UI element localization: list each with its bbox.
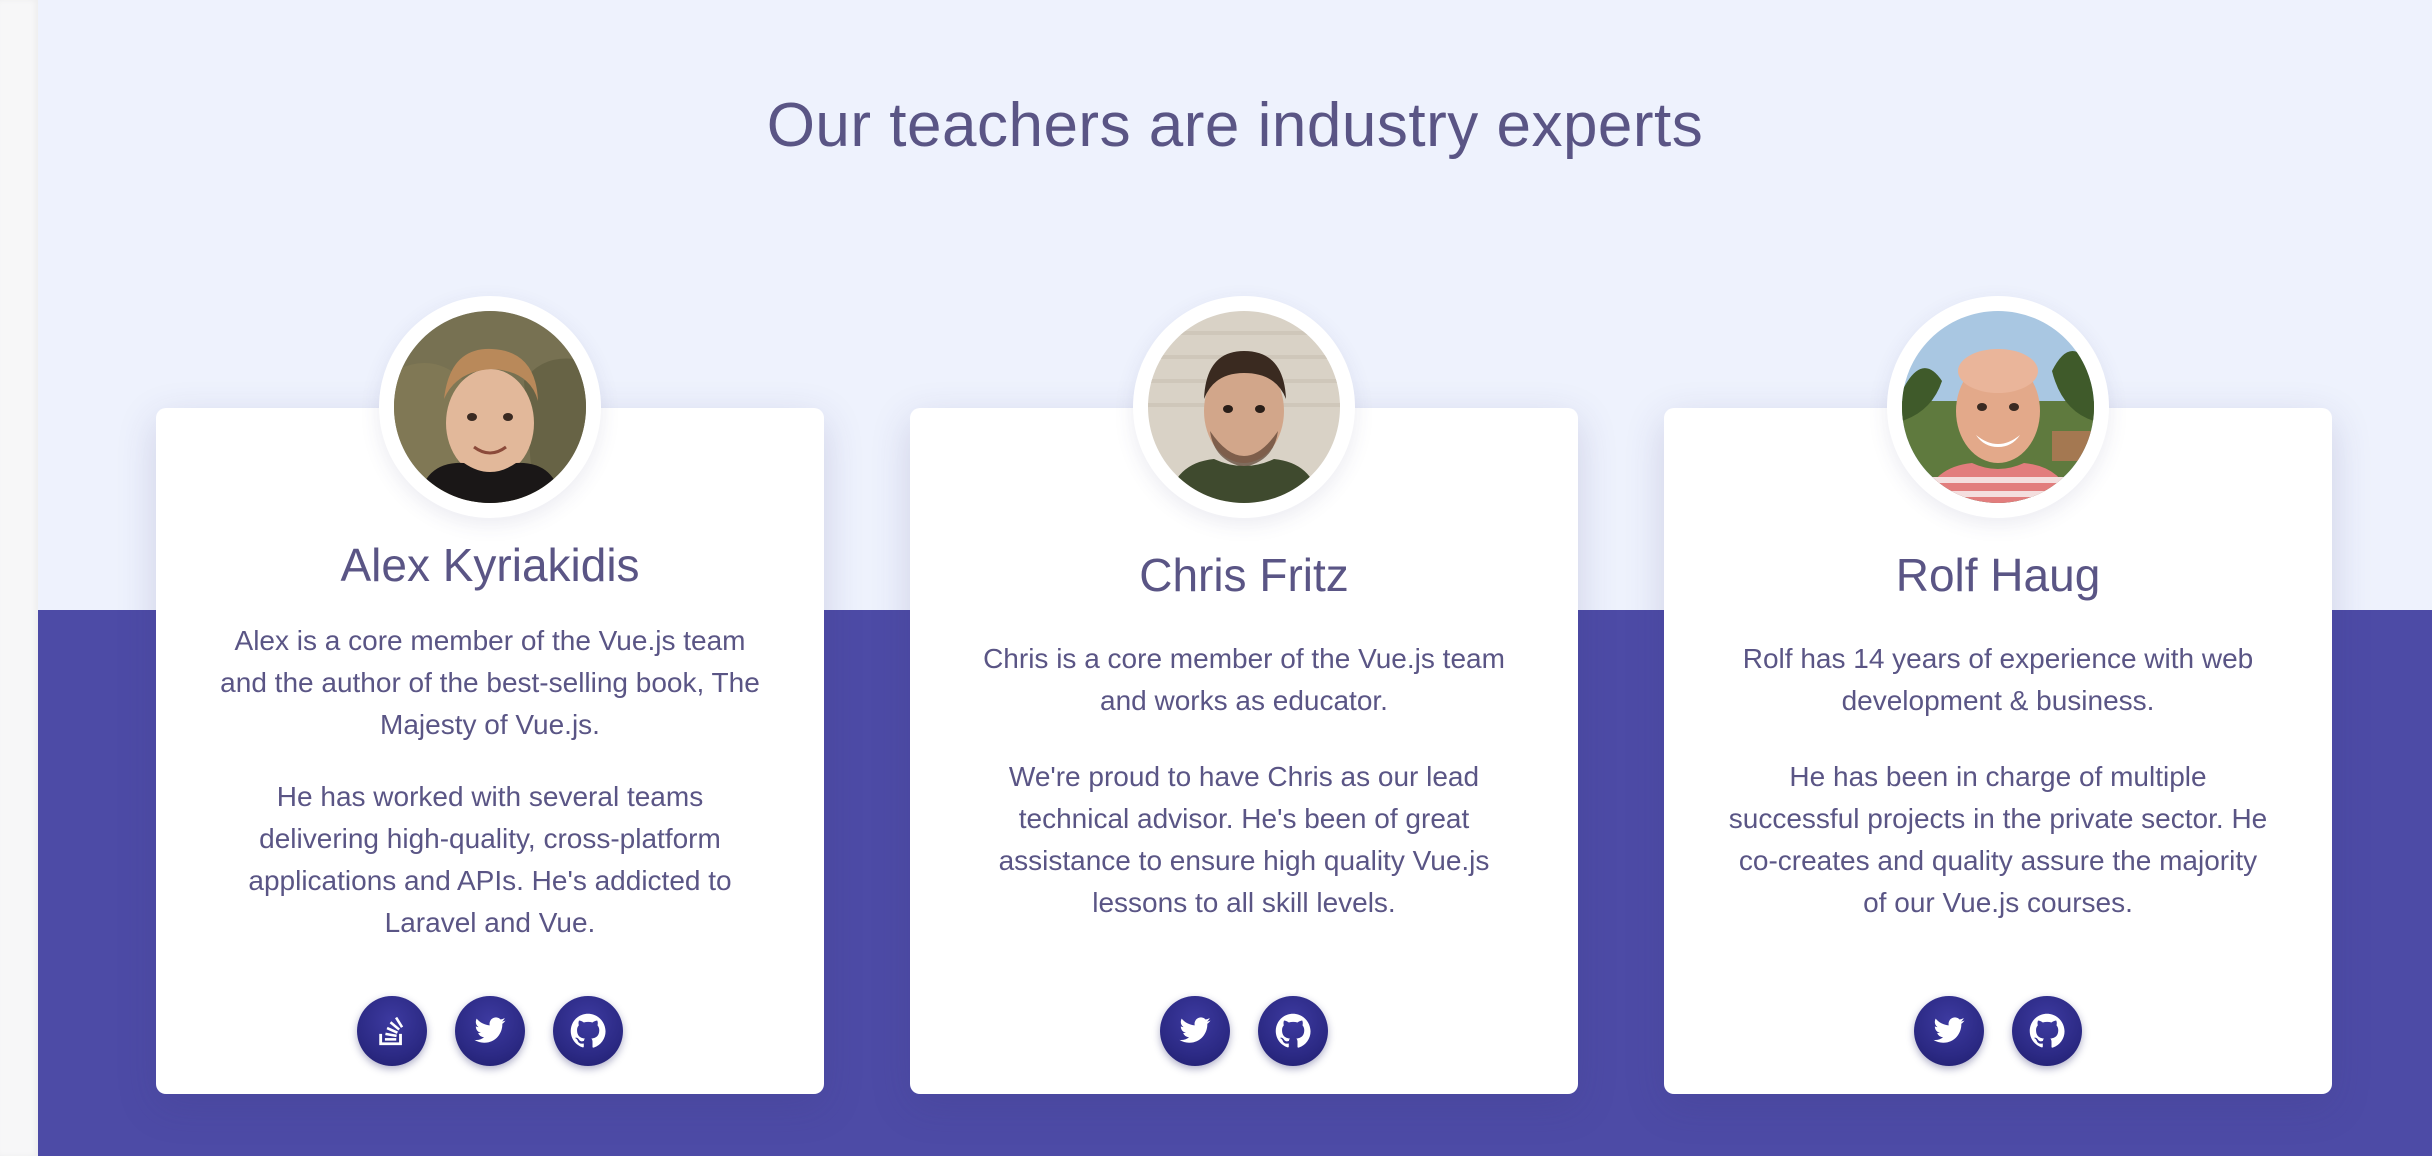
twitter-link[interactable] (1914, 996, 1984, 1066)
twitter-icon (1933, 1017, 1965, 1043)
left-edge-strip (0, 0, 38, 1156)
teacher-bio-secondary: He has been in charge of multiple succes… (1724, 756, 2272, 924)
avatar-chris (1133, 296, 1355, 518)
teacher-bio-primary: Rolf has 14 years of experience with web… (1724, 638, 2272, 722)
twitter-link[interactable] (1160, 996, 1230, 1066)
teacher-bio-primary: Chris is a core member of the Vue.js tea… (970, 638, 1518, 722)
teacher-bio-paragraph-2: He has been in charge of multiple succes… (1728, 761, 2268, 918)
teacher-name: Alex Kyriakidis (340, 539, 640, 591)
avatar-photo (1148, 311, 1340, 503)
avatar-rolf (1887, 296, 2109, 518)
avatar-alex (379, 296, 601, 518)
twitter-link[interactable] (455, 996, 525, 1066)
stackoverflow-icon (379, 1016, 404, 1046)
teacher-name: Rolf Haug (1895, 549, 2101, 601)
teacher-bio-paragraph-2: We're proud to have Chris as our lead te… (998, 761, 1490, 918)
github-link[interactable] (2012, 996, 2082, 1066)
twitter-icon (474, 1017, 506, 1043)
stackoverflow-link[interactable] (357, 996, 427, 1066)
teachers-section: Our teachers are industry experts Alex K… (0, 0, 2432, 1156)
github-link[interactable] (553, 996, 623, 1066)
social-links (910, 996, 1578, 1066)
teacher-name: Chris Fritz (1139, 549, 1349, 601)
github-link[interactable] (1258, 996, 1328, 1066)
github-icon (570, 1013, 606, 1048)
github-icon (2029, 1013, 2065, 1048)
twitter-icon (1179, 1017, 1211, 1043)
social-links (156, 996, 824, 1066)
avatar-photo (1902, 311, 2094, 503)
avatar-photo (394, 311, 586, 503)
teacher-bio-paragraph-1: Alex is a core member of the Vue.js team… (220, 625, 760, 740)
teacher-bio-secondary: He has worked with several teams deliver… (216, 776, 764, 944)
teacher-bio-secondary: We're proud to have Chris as our lead te… (970, 756, 1518, 924)
teacher-bio-primary: Alex is a core member of the Vue.js team… (216, 620, 764, 746)
social-links (1664, 996, 2332, 1066)
teacher-bio-paragraph-1: Rolf has 14 years of experience with web… (1742, 643, 2254, 716)
teacher-bio-paragraph-2: He has worked with several teams deliver… (248, 781, 732, 938)
teacher-bio-paragraph-1: Chris is a core member of the Vue.js tea… (983, 643, 1505, 716)
section-heading: Our teachers are industry experts (766, 91, 1704, 160)
github-icon (1275, 1013, 1311, 1048)
